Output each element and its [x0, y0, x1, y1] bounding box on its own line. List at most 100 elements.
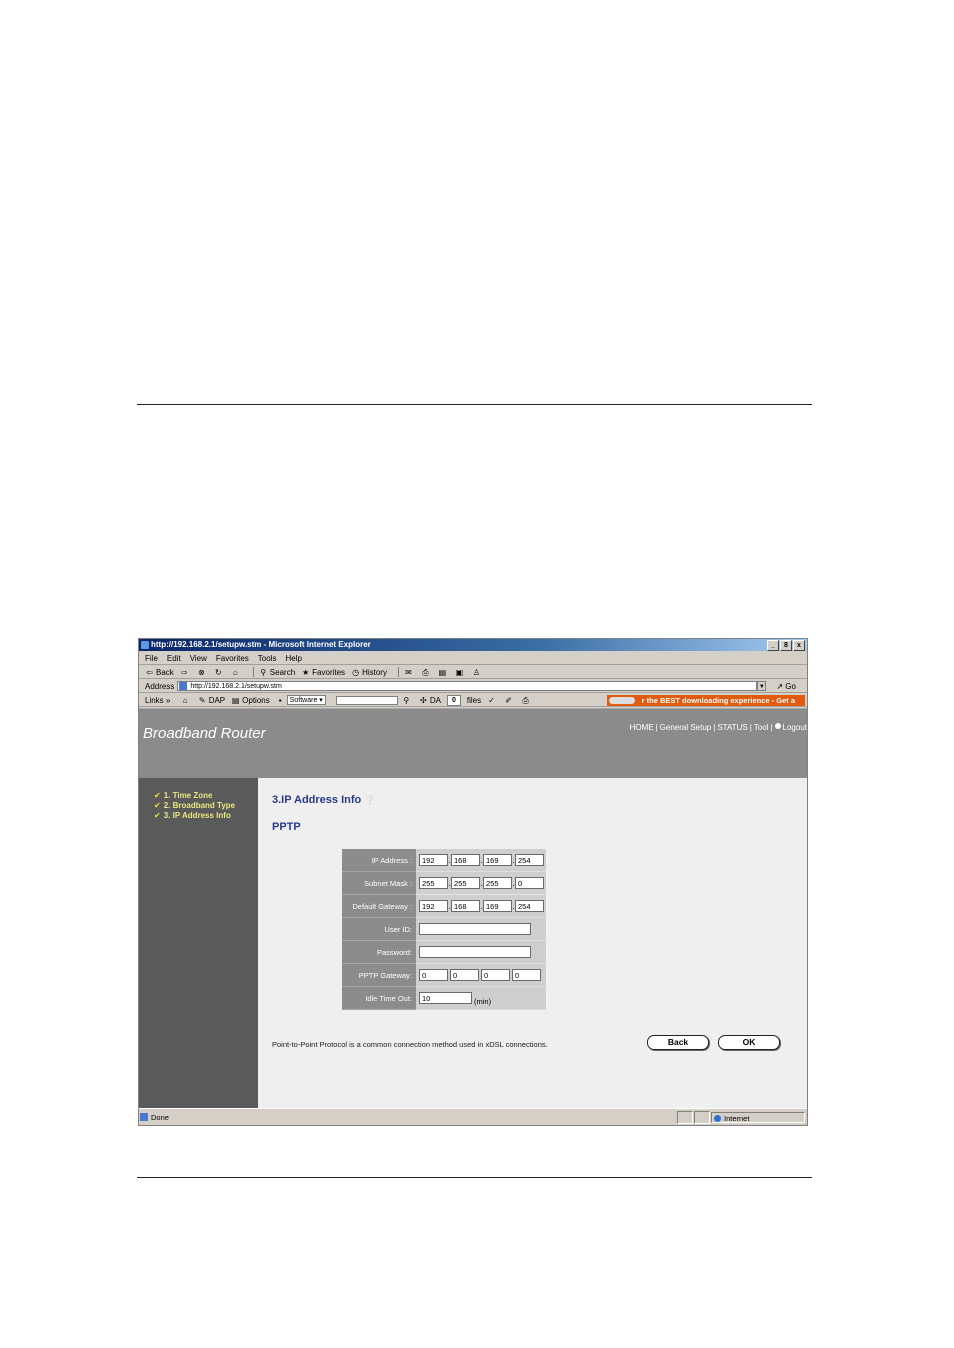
window-title: http://192.168.2.1/setupw.stm - Microsof… — [151, 640, 371, 649]
software-select-box: Software ▾ — [286, 695, 326, 705]
favorites-label: Favorites — [312, 667, 346, 677]
address-dropdown-button[interactable]: ▼ — [757, 681, 767, 691]
nav-general-setup[interactable]: General Setup — [660, 723, 712, 732]
forward-button[interactable]: ⇨ — [180, 668, 191, 677]
mask-octet-1[interactable]: 255 — [419, 877, 448, 889]
ip-address-row: IP Address : 192. 168. 169. 254 — [342, 849, 546, 872]
da-button[interactable]: ✣ DA — [419, 696, 441, 705]
logout-icon — [774, 723, 781, 729]
menu-file[interactable]: File — [145, 654, 158, 663]
ad-banner[interactable]: r the BEST downloading experience - Get … — [607, 695, 805, 706]
back-arrow-icon: ⇦ — [146, 667, 153, 677]
messenger-button[interactable]: ♙ — [472, 668, 483, 677]
menu-favorites[interactable]: Favorites — [216, 654, 249, 663]
user-id-label: User ID: — [342, 918, 416, 941]
links-search-input[interactable] — [335, 695, 398, 705]
nav-tool[interactable]: Tool — [754, 723, 769, 732]
gw-octet-2[interactable]: 168 — [451, 900, 480, 912]
wizard-sidebar: ✔ 1. Time Zone ✔ 2. Broadband Type ✔ 3. IP … — [139, 778, 258, 1109]
checkmark-icon: ✓ — [488, 695, 495, 705]
ip-octet-1[interactable]: 192 — [419, 854, 448, 866]
idle-time-out-input[interactable]: 10 — [419, 992, 472, 1004]
gw-octet-4[interactable]: 254 — [515, 900, 544, 912]
links-button[interactable]: Links » — [145, 696, 175, 705]
address-label: Address — [145, 681, 175, 691]
print-button[interactable]: ⎙ — [421, 668, 432, 677]
menu-edit[interactable]: Edit — [167, 654, 181, 663]
menu-help[interactable]: Help — [285, 654, 301, 663]
mask-octet-4[interactable]: 0 — [515, 877, 544, 889]
options-button[interactable]: ▤ Options — [231, 696, 270, 705]
software-select[interactable]: ▪ Software ▾ — [276, 695, 330, 705]
download-counter: 0 — [446, 694, 461, 706]
ip-octet-2[interactable]: 168 — [451, 854, 480, 866]
check-button[interactable]: ✓ — [487, 696, 498, 705]
pptp-gw-octet-3[interactable]: 0 — [481, 969, 510, 981]
go-arrow-icon: ↗ — [776, 681, 784, 691]
browser-window: http://192.168.2.1/setupw.stm - Microsof… — [138, 638, 808, 1126]
check-icon: ✔ — [154, 811, 161, 820]
mask-octet-2[interactable]: 255 — [451, 877, 480, 889]
print-links-button[interactable]: ⎙ — [521, 696, 532, 705]
links-search-button[interactable]: ⚲ — [402, 696, 413, 705]
dap-button[interactable]: ✎ DAP — [198, 696, 225, 705]
gw-octet-3[interactable]: 169 — [483, 900, 512, 912]
home-icon: ⌂ — [232, 667, 238, 677]
step-time-zone[interactable]: ✔ 1. Time Zone — [154, 791, 212, 800]
favorites-button[interactable]: ★ Favorites — [301, 668, 345, 677]
history-label: History — [362, 667, 387, 677]
menu-tools[interactable]: Tools — [258, 654, 277, 663]
stop-button[interactable]: ⊗ — [197, 668, 208, 677]
menu-view[interactable]: View — [190, 654, 207, 663]
minimize-button[interactable]: _ — [767, 640, 779, 651]
nav-home[interactable]: HOME — [630, 723, 654, 732]
user-id-input[interactable] — [419, 923, 531, 935]
page-content: Broadband Router HOME | General Setup | … — [139, 708, 807, 1109]
edit-button[interactable]: ▤ — [438, 668, 449, 677]
pptp-gw-octet-1[interactable]: 0 — [419, 969, 448, 981]
help-icon[interactable]: ❔ — [364, 795, 375, 805]
files-button[interactable]: files — [467, 696, 481, 705]
search-label: Search — [269, 667, 296, 677]
mask-octet-3[interactable]: 255 — [483, 877, 512, 889]
subnet-mask-row: Subnet Mask : 255. 255. 255. 0 — [342, 872, 546, 895]
history-button[interactable]: ◷ History — [351, 668, 387, 677]
router-brand: Broadband Router — [143, 725, 266, 742]
dap-home-button[interactable]: ⌂ — [181, 696, 192, 705]
pptp-form: IP Address : 192. 168. 169. 254 Subnet M… — [342, 849, 546, 1010]
step-broadband-type[interactable]: ✔ 2. Broadband Type — [154, 801, 235, 810]
address-input[interactable]: http://192.168.2.1/setupw.stm — [177, 681, 758, 691]
toolbar-separator — [252, 667, 254, 677]
ip-octet-4[interactable]: 254 — [515, 854, 544, 866]
page-done-icon — [140, 1112, 148, 1121]
discuss-button[interactable]: ▣ — [455, 668, 466, 677]
password-input[interactable] — [419, 946, 531, 958]
gw-octet-1[interactable]: 192 — [419, 900, 448, 912]
idle-unit: (min) — [474, 996, 492, 1006]
refresh-button[interactable]: ↻ — [214, 668, 225, 677]
pptp-gw-octet-2[interactable]: 0 — [450, 969, 479, 981]
nav-logout[interactable]: Logout — [783, 723, 807, 732]
default-gateway-row: Default Gateway : 192. 168. 169. 254 — [342, 895, 546, 918]
maximize-button[interactable]: 8 — [780, 640, 792, 651]
go-button[interactable]: ↗ Go — [776, 682, 796, 691]
dap-home-icon: ⌂ — [182, 695, 188, 705]
home-button[interactable]: ⌂ — [231, 668, 242, 677]
search-button[interactable]: ⚲ Search — [259, 668, 295, 677]
default-gateway-label: Default Gateway : — [342, 895, 416, 918]
step-ip-address-info[interactable]: ✔ 3. IP Address Info — [154, 811, 231, 820]
router-header: Broadband Router HOME | General Setup | … — [139, 708, 807, 779]
nav-status[interactable]: STATUS — [717, 723, 747, 732]
toolbar-separator — [397, 667, 399, 677]
back-button[interactable]: Back — [647, 1035, 709, 1050]
ip-octet-3[interactable]: 169 — [483, 854, 512, 866]
back-button[interactable]: ⇦ Back — [145, 668, 174, 677]
links-bar: Links » ⌂ ✎ DAP ▤ Options ▪ Software ▾ ⚲… — [139, 694, 807, 707]
pen-button[interactable]: ✐ — [504, 696, 515, 705]
pptp-gw-octet-4[interactable]: 0 — [512, 969, 541, 981]
status-text-area: Done — [139, 1112, 677, 1122]
close-button[interactable]: x — [793, 640, 805, 651]
ok-button[interactable]: OK — [718, 1035, 780, 1050]
mail-button[interactable]: ✉ — [404, 668, 415, 677]
nav-separator: | — [770, 723, 773, 732]
